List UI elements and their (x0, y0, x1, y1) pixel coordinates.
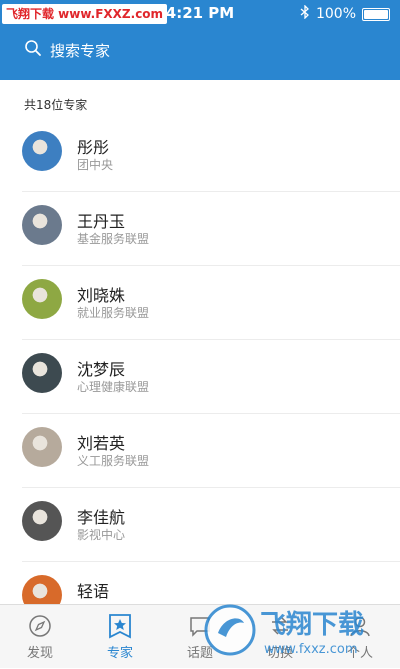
expert-count: 共18位专家 (24, 98, 88, 112)
expert-name: 刘若英 (77, 434, 126, 453)
expert-org: 影视中心 (77, 528, 126, 542)
header-bar: 飞翔下载 www.FXXZ.com 4:21 PM 100% 搜索专家 (0, 0, 400, 80)
avatar (22, 501, 62, 541)
chat-icon (187, 613, 213, 639)
tab-experts[interactable]: 专家 (80, 605, 160, 668)
search-icon (24, 39, 42, 61)
expert-org: 心理健康联盟 (77, 380, 150, 394)
expert-list: 彤彤 团中央 王丹玉 基金服务联盟 刘晓姝 就业服务联盟 沈梦辰 心理健康联盟 … (0, 118, 400, 636)
expert-name: 王丹玉 (77, 212, 126, 231)
person-icon (347, 613, 373, 639)
expert-org: 团中央 (77, 158, 114, 172)
battery-icon (362, 7, 390, 21)
status-right: 100% (300, 4, 390, 23)
bluetooth-icon (300, 4, 310, 23)
status-bar: 飞翔下载 www.FXXZ.com 4:21 PM 100% (0, 0, 400, 28)
expert-name: 沈梦辰 (77, 360, 126, 379)
avatar (22, 205, 62, 245)
avatar (22, 427, 62, 467)
bottom-tab-bar: 发现 专家 话题 切换 个人 (0, 604, 400, 668)
list-item[interactable]: 刘若英 义工服务联盟 (22, 414, 400, 488)
expert-org: 就业服务联盟 (77, 306, 150, 320)
star-badge-icon (107, 613, 133, 639)
tab-label: 专家 (106, 646, 133, 661)
avatar (22, 353, 62, 393)
compass-icon (27, 613, 53, 639)
tab-switch[interactable]: 切换 (240, 605, 320, 668)
list-item[interactable]: 刘晓姝 就业服务联盟 (22, 266, 400, 340)
tab-profile[interactable]: 个人 (320, 605, 400, 668)
expert-org: 基金服务联盟 (77, 232, 150, 246)
tab-label: 个人 (346, 646, 373, 661)
avatar (22, 131, 62, 171)
tab-label: 切换 (266, 646, 293, 661)
tab-topics[interactable]: 话题 (160, 605, 240, 668)
tab-discover[interactable]: 发现 (0, 605, 80, 668)
expert-name: 李佳航 (77, 508, 126, 527)
tab-label: 话题 (186, 646, 213, 661)
search-field[interactable]: 搜索专家 (24, 38, 110, 62)
avatar (22, 279, 62, 319)
list-item[interactable]: 李佳航 影视中心 (22, 488, 400, 562)
expert-org: 义工服务联盟 (77, 454, 150, 468)
list-item[interactable]: 沈梦辰 心理健康联盟 (22, 340, 400, 414)
expert-name: 轻语 (77, 582, 110, 601)
battery-percent: 100% (315, 6, 356, 22)
search-placeholder: 搜索专家 (50, 41, 111, 60)
switch-icon (267, 613, 293, 639)
tab-label: 发现 (26, 646, 53, 661)
list-item[interactable]: 彤彤 团中央 (22, 118, 400, 192)
expert-name: 彤彤 (77, 138, 110, 157)
list-item[interactable]: 王丹玉 基金服务联盟 (22, 192, 400, 266)
expert-name: 刘晓姝 (77, 286, 126, 305)
